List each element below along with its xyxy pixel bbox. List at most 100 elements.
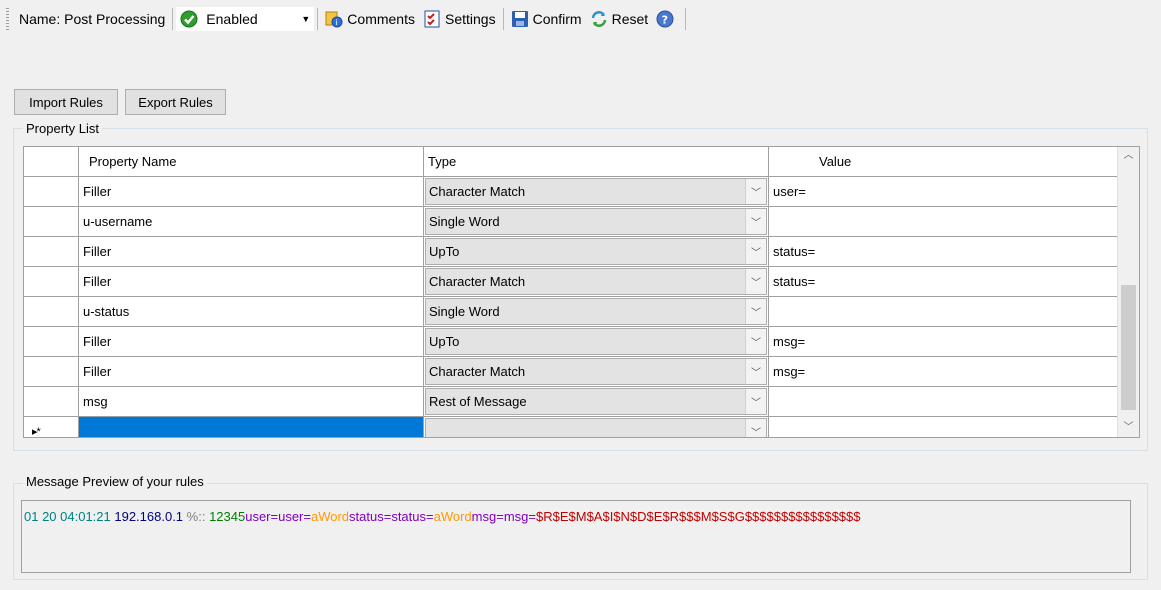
export-rules-button[interactable]: Export Rules	[125, 89, 226, 115]
table-row[interactable]: Filler Character Match ﹀ msg=	[24, 357, 1118, 387]
type-cell[interactable]: Single Word ﹀	[424, 207, 769, 237]
property-name-cell[interactable]: msg	[79, 387, 424, 417]
message-preview-box[interactable]: 01 20 04:01:21 192.168.0.1 %:: 12345user…	[21, 500, 1131, 573]
value-cell[interactable]: status=	[769, 267, 1118, 297]
table-row[interactable]: Filler Character Match ﹀ user=	[24, 177, 1118, 207]
scroll-down-icon[interactable]: ﹀	[1118, 419, 1139, 437]
chevron-down-icon[interactable]: ﹀	[745, 269, 766, 294]
type-value: Character Match	[429, 364, 526, 379]
import-rules-button[interactable]: Import Rules	[14, 89, 118, 115]
type-cell[interactable]: Rest of Message ﹀	[424, 387, 769, 417]
new-row[interactable]: ▸* ﹀	[24, 417, 1118, 437]
row-header-cell[interactable]	[24, 177, 79, 207]
row-header-cell[interactable]	[24, 267, 79, 297]
chevron-down-icon[interactable]: ﹀	[745, 329, 766, 354]
comments-button[interactable]: i Comments	[321, 7, 419, 31]
confirm-button[interactable]: Confirm	[507, 7, 586, 31]
settings-button[interactable]: Settings	[419, 7, 500, 31]
property-name-cell[interactable]: Filler	[79, 327, 424, 357]
row-header-cell[interactable]	[24, 327, 79, 357]
chevron-down-icon[interactable]: ﹀	[745, 239, 766, 264]
type-cell[interactable]: Single Word ﹀	[424, 297, 769, 327]
message-preview-text: 01 20 04:01:21 192.168.0.1 %:: 12345user…	[24, 509, 861, 524]
type-cell[interactable]: UpTo ﹀	[424, 237, 769, 267]
type-combo[interactable]: Character Match ﹀	[425, 268, 767, 295]
preview-segment: status=status=	[349, 509, 434, 524]
column-header-type[interactable]: Type	[424, 147, 769, 177]
type-combo[interactable]: Character Match ﹀	[425, 358, 767, 385]
reset-button[interactable]: Reset	[586, 7, 653, 31]
column-header-property-name[interactable]: Property Name	[79, 147, 424, 177]
preview-segment: user=user=	[245, 509, 311, 524]
table-row[interactable]: Filler UpTo ﹀ status=	[24, 237, 1118, 267]
settings-label: Settings	[444, 11, 496, 27]
chevron-down-icon[interactable]: ﹀	[745, 389, 766, 414]
chevron-down-icon[interactable]: ﹀	[745, 209, 766, 234]
preview-segment: msg=msg=	[471, 509, 536, 524]
table-row[interactable]: u-username Single Word ﹀	[24, 207, 1118, 237]
chevron-down-icon[interactable]: ﹀	[745, 419, 766, 437]
value-cell[interactable]: status=	[769, 237, 1118, 267]
toolbar-separator	[502, 8, 504, 30]
value-cell[interactable]	[769, 387, 1118, 417]
property-name-cell[interactable]: Filler	[79, 267, 424, 297]
type-combo[interactable]: Single Word ﹀	[425, 298, 767, 325]
scroll-up-icon[interactable]: ︿	[1118, 147, 1139, 165]
chevron-down-icon[interactable]: ﹀	[745, 359, 766, 384]
new-row-value-cell[interactable]	[769, 417, 1118, 437]
type-value: Single Word	[429, 214, 500, 229]
property-list-title: Property List	[23, 121, 102, 136]
comments-label: Comments	[347, 11, 415, 27]
row-header-cell[interactable]	[24, 237, 79, 267]
new-row-type-cell[interactable]: ﹀	[424, 417, 769, 437]
type-cell[interactable]: Character Match ﹀	[424, 357, 769, 387]
value-cell[interactable]	[769, 207, 1118, 237]
property-name-cell[interactable]: Filler	[79, 237, 424, 267]
type-value: Character Match	[429, 274, 526, 289]
column-header-value[interactable]: Value	[769, 147, 1118, 177]
help-button[interactable]: ?	[652, 7, 682, 31]
value-cell[interactable]	[769, 297, 1118, 327]
type-combo[interactable]: ﹀	[425, 418, 767, 437]
preview-segment: aWord	[433, 509, 472, 524]
value-cell[interactable]: msg=	[769, 327, 1118, 357]
settings-checklist-icon	[423, 10, 441, 28]
table-row[interactable]: Filler UpTo ﹀ msg=	[24, 327, 1118, 357]
property-name-cell[interactable]: u-username	[79, 207, 424, 237]
toolbar-separator	[172, 8, 174, 30]
type-combo[interactable]: UpTo ﹀	[425, 238, 767, 265]
grid-vertical-scrollbar[interactable]: ︿ ﹀	[1117, 147, 1139, 437]
preview-segment: 192.168.0.1	[114, 509, 187, 524]
row-header-cell[interactable]	[24, 357, 79, 387]
row-header-cell[interactable]	[24, 207, 79, 237]
dropdown-arrow-icon[interactable]: ▼	[301, 14, 310, 24]
table-row[interactable]: msg Rest of Message ﹀	[24, 387, 1118, 417]
table-row[interactable]: u-status Single Word ﹀	[24, 297, 1118, 327]
value-cell[interactable]: msg=	[769, 357, 1118, 387]
type-combo[interactable]: Rest of Message ﹀	[425, 388, 767, 415]
status-dropdown[interactable]: Enabled ▼	[176, 7, 315, 31]
type-combo[interactable]: Single Word ﹀	[425, 208, 767, 235]
type-combo[interactable]: UpTo ﹀	[425, 328, 767, 355]
message-preview-title: Message Preview of your rules	[23, 474, 207, 489]
preview-segment: %::	[186, 509, 210, 524]
toolbar-separator	[317, 8, 319, 30]
chevron-down-icon[interactable]: ﹀	[745, 179, 766, 204]
type-cell[interactable]: Character Match ﹀	[424, 267, 769, 297]
refresh-icon	[590, 10, 608, 28]
toolbar-grip[interactable]	[6, 8, 9, 30]
property-name-cell[interactable]: Filler	[79, 177, 424, 207]
chevron-down-icon[interactable]: ﹀	[745, 299, 766, 324]
scroll-thumb[interactable]	[1121, 285, 1136, 410]
row-header-cell[interactable]	[24, 297, 79, 327]
new-row-name-cell[interactable]	[79, 417, 424, 437]
property-name-cell[interactable]: u-status	[79, 297, 424, 327]
type-cell[interactable]: Character Match ﹀	[424, 177, 769, 207]
svg-text:?: ?	[662, 14, 668, 27]
row-header-cell[interactable]	[24, 387, 79, 417]
value-cell[interactable]: user=	[769, 177, 1118, 207]
type-cell[interactable]: UpTo ﹀	[424, 327, 769, 357]
table-row[interactable]: Filler Character Match ﹀ status=	[24, 267, 1118, 297]
property-name-cell[interactable]: Filler	[79, 357, 424, 387]
type-combo[interactable]: Character Match ﹀	[425, 178, 767, 205]
